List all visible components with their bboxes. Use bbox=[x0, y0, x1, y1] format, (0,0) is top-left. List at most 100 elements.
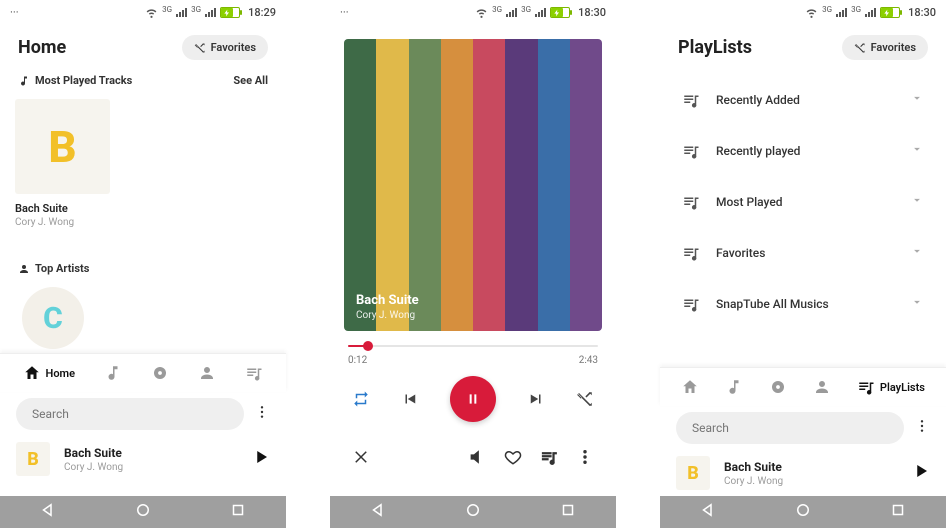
circle-home-icon bbox=[794, 501, 812, 519]
square-recent-icon bbox=[229, 501, 247, 519]
person-icon bbox=[813, 378, 831, 396]
disc-icon bbox=[769, 378, 787, 396]
more-button[interactable] bbox=[576, 448, 594, 470]
play-button[interactable] bbox=[912, 462, 930, 484]
playlist-add-icon bbox=[540, 448, 558, 466]
status-time: 18:29 bbox=[248, 6, 276, 19]
expand-button[interactable] bbox=[910, 141, 924, 160]
circle-home-icon bbox=[464, 501, 482, 519]
shuffle-icon bbox=[194, 42, 206, 54]
expand-button[interactable] bbox=[910, 294, 924, 313]
nav-home[interactable] bbox=[681, 378, 699, 396]
previous-button[interactable] bbox=[401, 390, 419, 408]
pause-icon bbox=[465, 391, 481, 407]
volume-icon bbox=[468, 448, 486, 466]
favorite-button[interactable] bbox=[504, 448, 522, 470]
playlist-row[interactable]: Most Played bbox=[660, 176, 946, 227]
playlist-icon bbox=[682, 193, 700, 211]
nav-albums[interactable] bbox=[769, 378, 787, 396]
playlist-label: Recently Added bbox=[716, 93, 910, 107]
now-playing-strip[interactable]: B Bach Suite Cory J. Wong bbox=[0, 436, 286, 482]
np-title: Bach Suite bbox=[724, 460, 898, 474]
nav-albums[interactable] bbox=[151, 364, 169, 382]
nav-artists[interactable] bbox=[813, 378, 831, 396]
home-button[interactable] bbox=[134, 501, 152, 523]
screen-home: ··· 3G 3G 18:29 Home Favorites Most Play… bbox=[0, 0, 286, 528]
nav-music[interactable] bbox=[104, 364, 122, 382]
recent-button[interactable] bbox=[559, 501, 577, 523]
time-total: 2:43 bbox=[579, 355, 598, 366]
home-button[interactable] bbox=[464, 501, 482, 523]
section-label: Top Artists bbox=[35, 262, 89, 275]
android-nav-bar bbox=[0, 496, 286, 528]
music-note-icon bbox=[18, 75, 30, 87]
nav-playlists[interactable]: PlayLists bbox=[857, 378, 925, 396]
triangle-back-icon bbox=[699, 501, 717, 519]
recent-button[interactable] bbox=[229, 501, 247, 523]
battery-icon bbox=[550, 7, 570, 18]
favorites-button[interactable]: Favorites bbox=[182, 35, 268, 60]
time-elapsed: 0:12 bbox=[348, 355, 367, 366]
section-label: Most Played Tracks bbox=[35, 74, 132, 87]
network-label-2: 3G bbox=[191, 5, 201, 14]
nav-playlists[interactable] bbox=[245, 364, 263, 382]
triangle-back-icon bbox=[39, 501, 57, 519]
nav-artists[interactable] bbox=[198, 364, 216, 382]
back-button[interactable] bbox=[39, 501, 57, 523]
shuffle-button[interactable] bbox=[576, 390, 594, 408]
search-row bbox=[0, 392, 286, 436]
back-button[interactable] bbox=[699, 501, 717, 523]
nav-home[interactable]: Home bbox=[23, 364, 76, 382]
playlist-icon bbox=[245, 364, 263, 382]
playlist-label: SnapTube All Musics bbox=[716, 297, 910, 311]
battery-icon bbox=[220, 7, 240, 18]
network-label: 3G bbox=[162, 5, 172, 14]
person-icon bbox=[198, 364, 216, 382]
see-all-link[interactable]: See All bbox=[233, 74, 268, 87]
more-button[interactable] bbox=[254, 404, 270, 424]
home-icon bbox=[23, 364, 41, 382]
expand-button[interactable] bbox=[910, 90, 924, 109]
expand-button[interactable] bbox=[910, 243, 924, 262]
artist-tile[interactable]: C bbox=[22, 287, 84, 349]
back-button[interactable] bbox=[369, 501, 387, 523]
status-bar: 3G 3G 18:30 bbox=[660, 0, 946, 25]
pause-button[interactable] bbox=[450, 376, 496, 422]
home-button[interactable] bbox=[794, 501, 812, 523]
skip-next-icon bbox=[527, 390, 545, 408]
search-input[interactable] bbox=[676, 412, 904, 444]
playlist-row[interactable]: SnapTube All Musics bbox=[660, 278, 946, 329]
track-tile[interactable]: B Bach Suite Cory J. Wong bbox=[15, 99, 110, 228]
chevron-down-icon bbox=[910, 91, 924, 105]
recent-button[interactable] bbox=[889, 501, 907, 523]
circle-home-icon bbox=[134, 501, 152, 519]
next-button[interactable] bbox=[527, 390, 545, 408]
volume-button[interactable] bbox=[468, 448, 486, 470]
close-button[interactable] bbox=[352, 448, 370, 470]
signal-bars-icon bbox=[176, 8, 187, 17]
search-input[interactable] bbox=[16, 398, 244, 430]
playlist-row[interactable]: Recently Added bbox=[660, 74, 946, 125]
bottom-nav: PlayLists bbox=[660, 367, 946, 406]
repeat-button[interactable] bbox=[352, 390, 370, 408]
playlist-row[interactable]: Favorites bbox=[660, 227, 946, 278]
progress-knob[interactable] bbox=[363, 341, 373, 351]
music-note-icon bbox=[104, 364, 122, 382]
np-title: Bach Suite bbox=[64, 446, 238, 460]
favorites-button[interactable]: Favorites bbox=[842, 35, 928, 60]
playlist-icon bbox=[682, 142, 700, 160]
progress-bar[interactable]: 0:12 2:43 bbox=[348, 345, 598, 366]
queue-button[interactable] bbox=[540, 448, 558, 470]
expand-button[interactable] bbox=[910, 192, 924, 211]
shuffle-icon bbox=[576, 390, 594, 408]
play-button[interactable] bbox=[252, 448, 270, 470]
album-art[interactable]: Bach Suite Cory J. Wong bbox=[344, 39, 602, 331]
now-playing-strip[interactable]: B Bach Suite Cory J. Wong bbox=[660, 450, 946, 496]
np-art: B bbox=[16, 442, 50, 476]
more-button[interactable] bbox=[914, 418, 930, 438]
nav-music[interactable] bbox=[725, 378, 743, 396]
search-row bbox=[660, 406, 946, 450]
music-note-icon bbox=[725, 378, 743, 396]
square-recent-icon bbox=[559, 501, 577, 519]
playlist-row[interactable]: Recently played bbox=[660, 125, 946, 176]
